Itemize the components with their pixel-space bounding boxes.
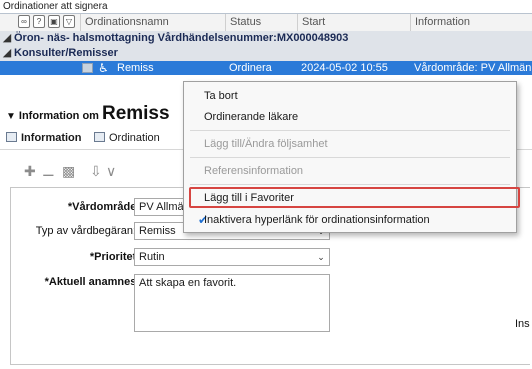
- column-header-information[interactable]: Information: [410, 14, 532, 31]
- menu-separator: [190, 184, 510, 185]
- collapse-chevron-icon[interactable]: ▼: [6, 111, 16, 122]
- header-icon-bar: ∞ ? ▣ ▽: [18, 15, 75, 30]
- group-row-konsulter[interactable]: ◢ Konsulter/Remisser: [0, 46, 532, 61]
- info-sheet-icon: [6, 132, 17, 142]
- column-header-ordinationsnamn[interactable]: Ordinationsnamn: [80, 14, 225, 31]
- typ-label: Typ av vårdbegäran:: [35, 225, 136, 237]
- cell-status: Ordinera: [229, 62, 272, 74]
- prioritet-select[interactable]: Rutin ⌄: [134, 248, 330, 266]
- vardomrade-select[interactable]: PV Allmän: [134, 198, 190, 216]
- tab-label: Information: [21, 132, 82, 144]
- table-row-remiss-selected[interactable]: ♿ Remiss Ordinera 2024-05-02 10:55 Vårdo…: [0, 61, 532, 75]
- context-menu: Ta bort Ordinerande läkare Lägg till/Änd…: [183, 81, 520, 233]
- grid-title: Ordinationer att signera: [3, 1, 108, 12]
- group-label: Konsulter/Remisser: [14, 47, 118, 59]
- chevron-down-icon[interactable]: ⌄: [313, 249, 329, 265]
- menu-item-ordinerande-lakare[interactable]: Ordinerande läkare: [204, 109, 298, 125]
- grid-header: ∞ ? ▣ ▽ Ordinationsnamn Status Start Inf…: [0, 14, 532, 32]
- prioritet-value: Rutin: [139, 251, 165, 263]
- info-title: Remiss: [101, 103, 170, 124]
- tag-icon[interactable]: ▣: [48, 15, 60, 28]
- cell-start: 2024-05-02 10:55: [301, 62, 388, 74]
- remove-icon[interactable]: ⚊: [42, 163, 55, 179]
- prioritet-label: *Prioritet:: [89, 251, 140, 263]
- help-icon[interactable]: ?: [33, 15, 45, 28]
- anamnes-textarea[interactable]: Att skapa en favorit.: [134, 274, 330, 332]
- info-prefix: Information om: [18, 110, 99, 122]
- menu-item-folsamhet: Lägg till/Ändra följsamhet: [204, 138, 328, 150]
- anamnes-label: *Aktuell anamnes:: [44, 276, 140, 288]
- move-down-icon[interactable]: ⇩: [90, 163, 102, 179]
- group-label: Öron- näs- halsmottagning Vårdhändelsenu…: [14, 32, 349, 44]
- filter-icon[interactable]: ▽: [63, 15, 75, 28]
- add-icon[interactable]: ✚: [24, 163, 36, 179]
- vardomrade-label: *Vårdområde:: [67, 201, 140, 213]
- column-header-start[interactable]: Start: [297, 14, 410, 31]
- expand-icon[interactable]: ∨: [106, 163, 116, 179]
- link-icon[interactable]: ∞: [18, 15, 30, 28]
- truncated-field-label: Ins: [515, 318, 530, 330]
- tab-ordination[interactable]: Ordination: [94, 129, 160, 147]
- tab-label: Ordination: [109, 132, 160, 144]
- cell-name: Remiss: [117, 62, 154, 74]
- info-header: ▼ Information om Remiss: [6, 103, 170, 125]
- cell-info: Vårdområde: PV Allmän: [414, 62, 532, 74]
- collapse-triangle-icon[interactable]: ◢: [0, 31, 14, 46]
- order-sheet-icon: [94, 132, 105, 142]
- menu-item-ta-bort[interactable]: Ta bort: [204, 88, 238, 104]
- collapse-triangle-icon[interactable]: ◢: [0, 46, 14, 61]
- column-header-status[interactable]: Status: [225, 14, 297, 31]
- orders-grid: ∞ ? ▣ ▽ Ordinationsnamn Status Start Inf…: [0, 13, 532, 86]
- group-row-vardhandelse[interactable]: ◢ Öron- näs- halsmottagning Vårdhändelsen…: [0, 31, 532, 46]
- menu-item-referensinformation: Referensinformation: [204, 165, 304, 177]
- menu-separator: [190, 130, 510, 131]
- tab-information[interactable]: Information: [6, 129, 82, 147]
- menu-separator: [190, 157, 510, 158]
- menu-item-inaktivera-hyperlank[interactable]: Inaktivera hyperlänk för ordinationsinfo…: [204, 212, 430, 228]
- typ-value: Remiss: [139, 225, 176, 237]
- chart-icon[interactable]: ▩: [62, 163, 75, 179]
- wheelchair-icon: ♿: [98, 61, 109, 75]
- document-icon: [82, 63, 93, 73]
- menu-item-lagg-till-favoriter[interactable]: Lägg till i Favoriter: [204, 190, 294, 206]
